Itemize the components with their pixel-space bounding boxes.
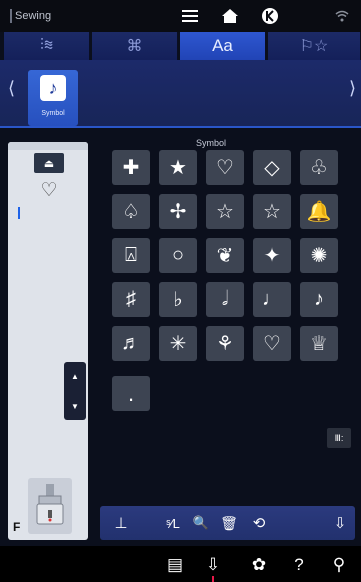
symbol-flower[interactable]: ⚘ bbox=[206, 326, 244, 361]
symbol-tulip[interactable]: ♕ bbox=[300, 326, 338, 361]
tab-stitch[interactable]: ⫶≋ bbox=[4, 32, 90, 60]
app-title: Sewing bbox=[10, 9, 51, 23]
presser-foot-code: F bbox=[13, 520, 21, 534]
symbol-beamed-notes[interactable]: ♬ bbox=[112, 326, 150, 361]
tab-alphabet[interactable]: Aa bbox=[180, 32, 266, 60]
symbol-period[interactable]: . bbox=[112, 376, 150, 411]
alphabet-tab-label: Aa bbox=[212, 36, 233, 55]
active-indicator bbox=[212, 576, 214, 582]
panel-header bbox=[8, 142, 88, 150]
symbol-outline-bell[interactable]: ⍓ bbox=[112, 238, 150, 273]
symbol-star-burst[interactable]: ★ bbox=[159, 150, 197, 185]
symbol-quarter-note[interactable]: ♩ bbox=[253, 282, 291, 317]
symbol-heart-wreath[interactable]: ♡ bbox=[253, 326, 291, 361]
symbol-heart[interactable]: ♡ bbox=[206, 150, 244, 185]
symbol-sunburst[interactable]: ✺ bbox=[300, 238, 338, 273]
symbol-bell[interactable]: 🔔 bbox=[300, 194, 338, 229]
decorative-icon: ⌘ bbox=[126, 38, 143, 55]
symbol-outline-star[interactable]: ☆ bbox=[253, 194, 291, 229]
help-icon[interactable]: ? bbox=[286, 553, 312, 577]
selected-symbol: ♡ bbox=[40, 179, 58, 201]
presser-foot-image bbox=[28, 478, 72, 534]
search-icon[interactable]: 🔍 bbox=[190, 510, 212, 536]
wifi-icon bbox=[330, 5, 354, 27]
menu-icon[interactable] bbox=[178, 5, 202, 27]
symbol-cross[interactable]: ✚ bbox=[112, 150, 150, 185]
symbol-club[interactable]: ♧ bbox=[300, 150, 338, 185]
home-icon[interactable] bbox=[218, 5, 242, 27]
grid-label: Symbol bbox=[196, 138, 227, 148]
tools-icon[interactable]: ⚲ bbox=[326, 553, 352, 577]
symbol-outline-cross[interactable]: ✢ bbox=[159, 194, 197, 229]
tab-favorites[interactable]: ⚐☆ bbox=[268, 32, 361, 60]
mirror-icon[interactable]: ⟲ bbox=[244, 510, 274, 536]
category-label: Symbol bbox=[41, 110, 65, 117]
symbol-grid: ✚ ★ ♡ ◇ ♧ ♤ ✢ ☆ ☆ 🔔 ⍓ ○ ❦ ✦ ✺ ♯ ♭ 𝅗𝅥 ♩ ♪… bbox=[112, 150, 340, 432]
scroll-right-icon[interactable]: ⟩ bbox=[349, 78, 356, 99]
info-sheet-icon[interactable]: ▤ bbox=[162, 553, 188, 577]
presser-foot-icon bbox=[36, 484, 64, 525]
scroll-left-icon[interactable]: ⟨ bbox=[8, 78, 15, 99]
sewing-mode-icon[interactable]: ⇩ bbox=[200, 553, 226, 577]
symbol-asterisk[interactable]: ✳ bbox=[159, 326, 197, 361]
symbol-eighth-note[interactable]: ♪ bbox=[300, 282, 338, 317]
symbol-circle[interactable]: ○ bbox=[159, 238, 197, 273]
star-icon: ⚐☆ bbox=[299, 38, 329, 55]
delete-icon[interactable]: 🗑 bbox=[216, 510, 242, 536]
symbol-flat[interactable]: ♭ bbox=[159, 282, 197, 317]
scroll-up-button[interactable]: ▲ bbox=[64, 362, 86, 390]
text-cursor bbox=[18, 207, 20, 219]
symbol-lotus[interactable]: ❦ bbox=[206, 238, 244, 273]
scroll-down-button[interactable]: ▼ bbox=[64, 392, 86, 420]
symbol-sparkle[interactable]: ✦ bbox=[253, 238, 291, 273]
stitch-icon: ⫶≋ bbox=[39, 37, 54, 54]
size-length-icon[interactable]: ˢ⁄L bbox=[158, 510, 188, 536]
symbol-diamond[interactable]: ◇ bbox=[253, 150, 291, 185]
back-icon[interactable] bbox=[258, 5, 282, 27]
align-icon[interactable]: ⊥ bbox=[106, 510, 136, 536]
sequence-start-icon[interactable]: ⏏ bbox=[34, 153, 64, 173]
column-settings-button[interactable]: Ⅲ: bbox=[327, 428, 351, 448]
symbol-half-note[interactable]: 𝅗𝅥 bbox=[206, 282, 244, 317]
symbol-sharp[interactable]: ♯ bbox=[112, 282, 150, 317]
category-tabs: ⫶≋ ⌘ Aa ⚐☆ bbox=[0, 32, 361, 60]
settings-icon[interactable]: ✿ bbox=[246, 553, 272, 577]
symbol-outline-star-burst[interactable]: ☆ bbox=[206, 194, 244, 229]
music-note-icon: ♪ bbox=[40, 75, 66, 101]
symbol-spade[interactable]: ♤ bbox=[112, 194, 150, 229]
tab-decorative[interactable]: ⌘ bbox=[92, 32, 178, 60]
load-icon[interactable]: ⇩ bbox=[328, 510, 352, 536]
